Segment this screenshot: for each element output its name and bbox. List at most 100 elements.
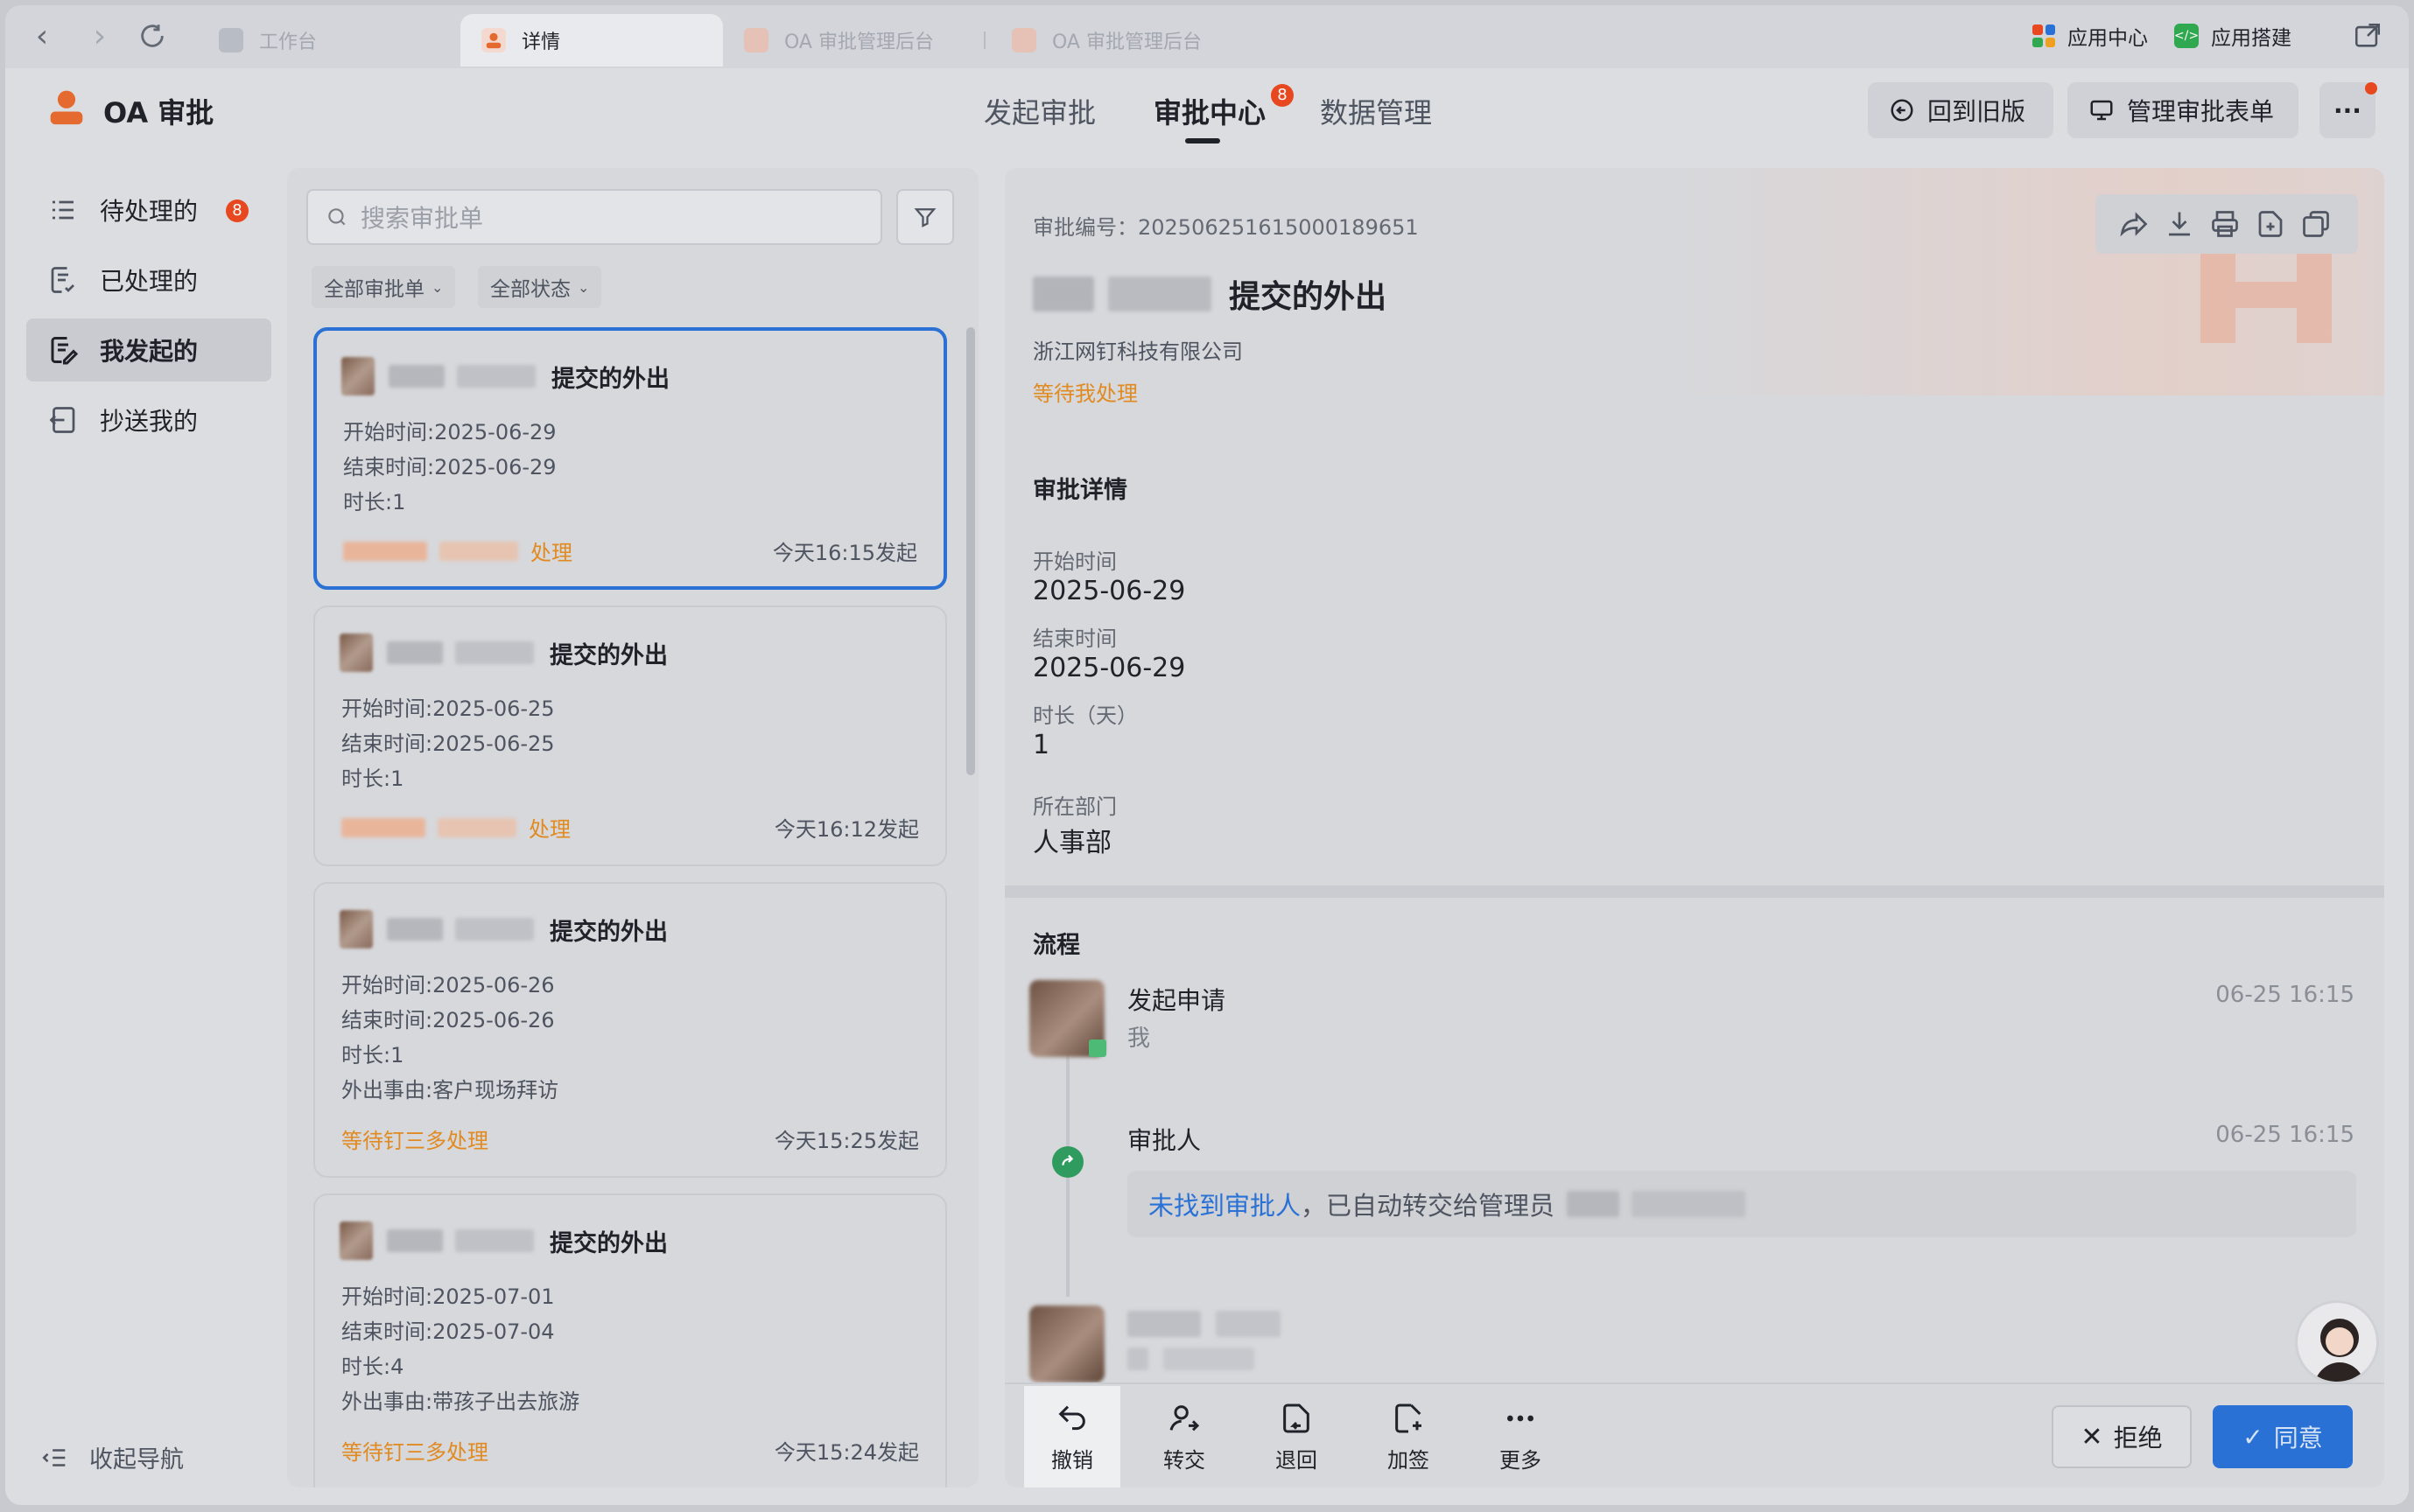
flow-step-time: 06-25 16:15: [2215, 982, 2354, 1008]
doc-check-icon: [51, 267, 74, 293]
flow-step-title: 发起申请: [1127, 986, 1226, 1015]
assistant-avatar[interactable]: [2295, 1300, 2379, 1384]
card-time: 今天15:24发起: [774, 1440, 919, 1465]
field-label: 时长（天）: [1033, 704, 1138, 728]
chevron-down-icon: ⌄: [578, 278, 590, 296]
return-icon: [1283, 1404, 1309, 1432]
search-input[interactable]: 搜索审批单: [306, 189, 882, 245]
company-name: 浙江网钉科技有限公司: [1033, 340, 1243, 364]
active-tab-indicator: [1185, 138, 1220, 144]
sidebar-item-pending[interactable]: 待处理的 8: [26, 178, 271, 242]
print-icon[interactable]: [2209, 208, 2241, 240]
return-button[interactable]: 退回: [1248, 1386, 1344, 1488]
copy-link-icon[interactable]: [2300, 208, 2332, 240]
detail-title: 提交的外出: [1033, 271, 1386, 317]
tab-initiate[interactable]: 发起审批: [984, 91, 1096, 131]
card-line: 开始时间:2025-06-29: [343, 420, 557, 444]
back-to-old-button[interactable]: 回到旧版: [1868, 82, 2053, 138]
card-line: 外出事由:带孩子出去旅游: [341, 1390, 580, 1414]
field-label: 结束时间: [1033, 626, 1117, 651]
app-header: OA 审批 发起审批 审批中心 8 数据管理 回到旧版 管理审批表单 ···: [5, 68, 2409, 166]
card-time: 今天15:25发起: [774, 1129, 919, 1153]
section-flow-title: 流程: [1033, 932, 1080, 959]
tab-oa-admin-1[interactable]: OA 审批管理后台: [723, 14, 986, 66]
card-status: 等待钉三多处理: [341, 1129, 488, 1153]
card-status: 处理: [341, 812, 571, 843]
field-value: 人事部: [1033, 828, 1112, 858]
tab-separator: [984, 32, 986, 49]
card-line: 开始时间:2025-06-26: [341, 973, 555, 998]
filter-icon: [914, 208, 937, 228]
field-value: 2025-06-29: [1033, 576, 1186, 606]
app-window: ‹ › 工作台 详情 OA 审批管理后台 OA 审批管理后台 应用中心 </> …: [5, 5, 2409, 1505]
flow-step-blurred: [1127, 1311, 1281, 1340]
chevron-down-icon: ⌄: [432, 278, 444, 296]
tab-detail[interactable]: 详情: [460, 14, 723, 66]
cc-icon: [49, 407, 75, 433]
app-builder-icon: </>: [2174, 24, 2199, 48]
back-circle-icon: [1891, 99, 1913, 122]
notification-dot: [2365, 82, 2377, 94]
share-icon[interactable]: [2118, 208, 2150, 240]
avatar: [340, 910, 373, 948]
app-builder-link[interactable]: </> 应用搭建: [2174, 21, 2291, 51]
card-time: 今天16:15发起: [772, 541, 917, 565]
transfer-button[interactable]: 转交: [1136, 1386, 1232, 1488]
card-line: 结束时间:2025-07-04: [341, 1320, 555, 1344]
card-line: 开始时间:2025-07-01: [341, 1284, 555, 1309]
filter-button[interactable]: [896, 189, 954, 245]
flow-step-title: 审批人: [1127, 1126, 1202, 1155]
all-forms-dropdown[interactable]: 全部审批单 ⌄: [312, 266, 456, 308]
no-approver-link[interactable]: 未找到审批人: [1148, 1186, 1301, 1222]
oa-person-icon: [481, 28, 506, 52]
approve-button[interactable]: ✓ 同意: [2213, 1405, 2353, 1468]
manage-forms-button[interactable]: 管理审批表单: [2067, 82, 2298, 138]
transfer-icon: [1169, 1404, 1200, 1431]
flow-step-time: 06-25 16:15: [2215, 1122, 2354, 1148]
avatar: [1029, 1306, 1105, 1382]
back-icon[interactable]: ‹: [26, 21, 58, 52]
card-status: 处理: [343, 536, 572, 566]
card-title: 提交的外出: [340, 634, 668, 672]
approval-card[interactable]: 提交的外出 开始时间:2025-06-29 结束时间:2025-06-29 时长…: [313, 327, 947, 590]
search-icon: [328, 208, 346, 226]
add-sign-button[interactable]: 加签: [1360, 1386, 1456, 1488]
revoke-button[interactable]: 撤销: [1024, 1386, 1120, 1488]
section-details-title: 审批详情: [1033, 477, 1127, 504]
sidebar-item-cc[interactable]: 抄送我的: [26, 388, 271, 452]
approval-card[interactable]: 提交的外出 开始时间:2025-06-26 结束时间:2025-06-26 时长…: [313, 882, 947, 1178]
doc-edit-icon: [51, 337, 79, 365]
card-line: 时长:1: [341, 1043, 404, 1068]
card-line: 时长:1: [341, 766, 404, 791]
oa-logo-icon: [50, 90, 83, 125]
approval-card[interactable]: 提交的外出 开始时间:2025-07-01 结束时间:2025-07-04 时长…: [313, 1194, 947, 1488]
download-icon[interactable]: [2164, 208, 2195, 240]
online-status-icon: [1089, 1040, 1106, 1057]
sidebar-item-initiated[interactable]: 我发起的: [26, 318, 271, 382]
flow-step-sub: 我: [1127, 1026, 1151, 1052]
reject-button[interactable]: ✕ 拒绝: [2052, 1405, 2192, 1468]
more-actions-button[interactable]: 更多: [1472, 1386, 1568, 1488]
tab-approval-center[interactable]: 审批中心: [1154, 91, 1266, 131]
file-add-icon[interactable]: [2255, 208, 2286, 240]
all-status-dropdown[interactable]: 全部状态 ⌄: [478, 266, 602, 308]
collapse-icon: [42, 1448, 66, 1466]
list-icon: [53, 200, 74, 220]
list-scrollbar[interactable]: [966, 327, 975, 775]
app-center-link[interactable]: 应用中心: [2032, 21, 2148, 51]
open-window-icon[interactable]: [2353, 21, 2382, 51]
more-icon: [1507, 1415, 1533, 1421]
collapse-nav-button[interactable]: 收起导航: [40, 1440, 184, 1474]
forward-icon[interactable]: ›: [84, 21, 116, 52]
approval-card[interactable]: 提交的外出 开始时间:2025-06-25 结束时间:2025-06-25 时长…: [313, 606, 947, 866]
tab-data-management[interactable]: 数据管理: [1320, 91, 1432, 131]
refresh-icon[interactable]: [137, 21, 168, 52]
avatar: [340, 634, 373, 672]
tab-workbench[interactable]: 工作台: [198, 14, 460, 66]
tab-oa-admin-2[interactable]: OA 审批管理后台: [991, 14, 1253, 66]
section-divider: [1005, 886, 2384, 898]
card-line: 开始时间:2025-06-25: [341, 696, 555, 721]
approval-center-badge: 8: [1271, 84, 1294, 107]
sidebar-item-processed[interactable]: 已处理的: [26, 248, 271, 312]
pending-badge: 8: [226, 200, 249, 222]
